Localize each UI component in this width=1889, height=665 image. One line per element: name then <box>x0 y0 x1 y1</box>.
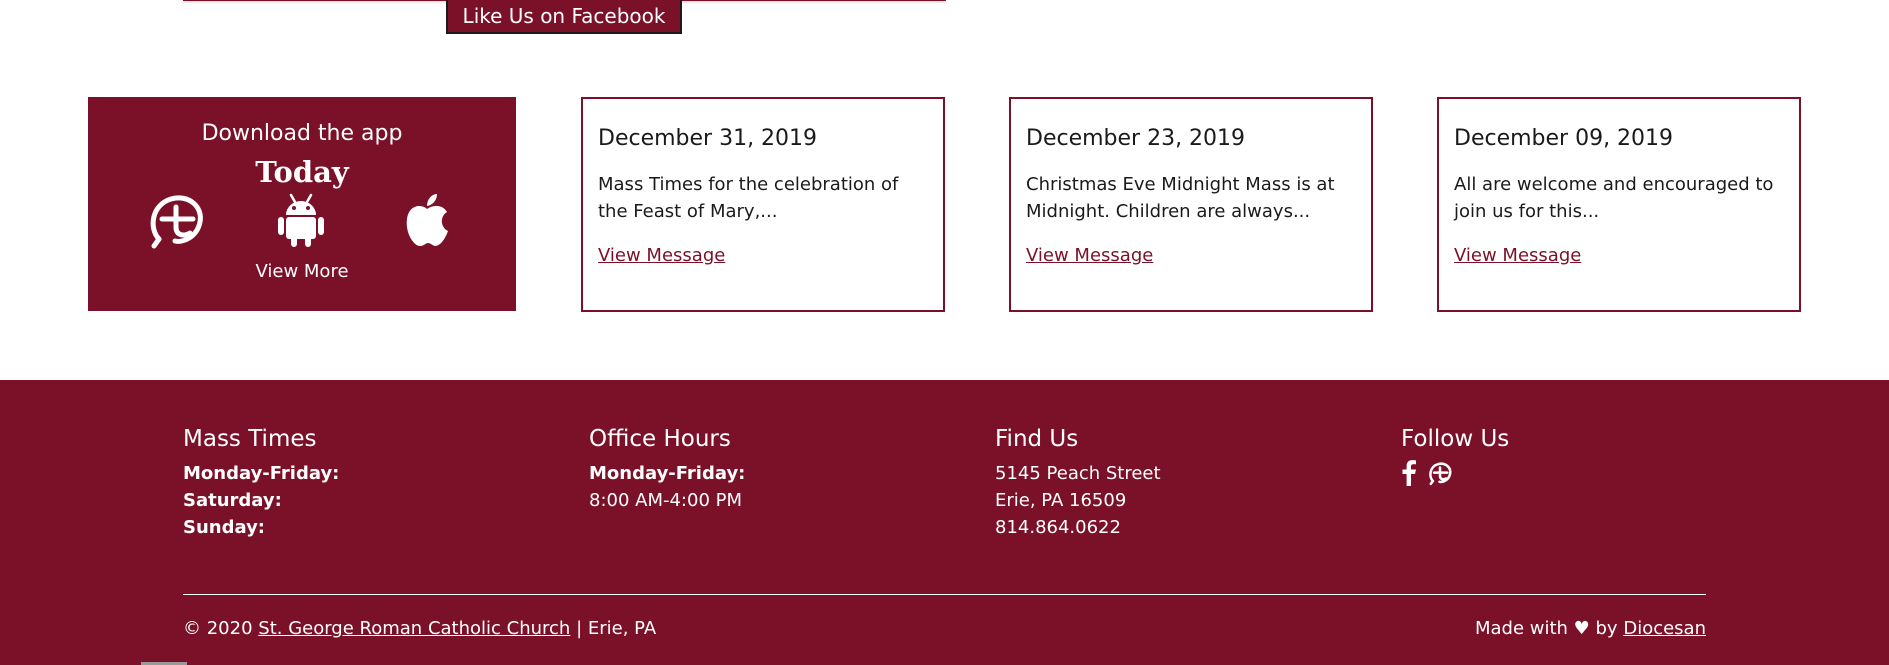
like-facebook-button[interactable]: Like Us on Facebook <box>446 0 682 34</box>
mass-weekday-label: Monday-Friday: <box>183 463 340 484</box>
view-message-link[interactable]: View Message <box>598 245 725 266</box>
address-street: 5145 Peach Street <box>995 463 1161 484</box>
office-days-label: Monday-Friday: <box>589 463 746 484</box>
tithely-icon[interactable] <box>145 189 207 251</box>
made-by-credit: Made with ♥ by Diocesan <box>1475 618 1706 639</box>
made-with-text: Made with ♥ by <box>1474 618 1618 639</box>
social-links <box>1401 460 1509 490</box>
mass-saturday-label: Saturday: <box>183 490 282 511</box>
message-card: December 09, 2019 All are welcome and en… <box>1437 97 1801 312</box>
message-card: December 31, 2019 Mass Times for the cel… <box>581 97 945 312</box>
app-card-title: Download the app <box>201 121 403 146</box>
mass-times-title: Mass Times <box>183 426 317 452</box>
address-city: Erie, PA 16509 <box>995 490 1127 511</box>
message-date: December 23, 2019 <box>1026 126 1246 151</box>
footer-divider <box>183 594 1706 595</box>
copyright-year: © 2020 <box>183 618 253 639</box>
diocesan-link[interactable]: Diocesan <box>1623 618 1706 639</box>
message-excerpt: Mass Times for the celebration of the Fe… <box>598 174 899 222</box>
app-download-card[interactable]: Download the app Today View More <box>88 97 516 311</box>
find-us-column: Find Us 5145 Peach Street Erie, PA 16509… <box>995 426 1161 541</box>
tithely-icon[interactable] <box>1427 460 1453 490</box>
message-card: December 23, 2019 Christmas Eve Midnight… <box>1009 97 1373 312</box>
app-card-subtitle: Today <box>255 155 349 189</box>
message-date: December 09, 2019 <box>1454 126 1674 151</box>
facebook-icon[interactable] <box>1401 460 1417 490</box>
church-link[interactable]: St. George Roman Catholic Church <box>258 618 570 639</box>
mass-sunday-label: Sunday: <box>183 517 266 538</box>
office-hours-value: 8:00 AM-4:00 PM <box>589 490 743 511</box>
message-excerpt: All are welcome and encouraged to join u… <box>1454 174 1774 222</box>
phone-number[interactable]: 814.864.0622 <box>995 514 1161 541</box>
follow-us-title: Follow Us <box>1401 426 1510 452</box>
mass-times-column: Mass Times Monday-Friday: Saturday: Sund… <box>183 426 339 541</box>
follow-us-column: Follow Us <box>1401 426 1509 490</box>
find-us-title: Find Us <box>995 426 1079 452</box>
view-message-link[interactable]: View Message <box>1454 245 1581 266</box>
app-view-more-link[interactable]: View More <box>88 261 516 282</box>
office-hours-title: Office Hours <box>589 426 731 452</box>
office-hours-column: Office Hours Monday-Friday: 8:00 AM-4:00… <box>589 426 745 514</box>
copyright: © 2020 St. George Roman Catholic Church … <box>183 618 656 639</box>
view-message-link[interactable]: View Message <box>1026 245 1153 266</box>
message-excerpt: Christmas Eve Midnight Mass is at Midnig… <box>1026 174 1335 222</box>
android-icon[interactable] <box>270 189 332 251</box>
copyright-location: | Erie, PA <box>576 618 657 639</box>
site-footer: Mass Times Monday-Friday: Saturday: Sund… <box>0 380 1889 665</box>
apple-icon[interactable] <box>396 189 458 251</box>
message-date: December 31, 2019 <box>598 126 818 151</box>
